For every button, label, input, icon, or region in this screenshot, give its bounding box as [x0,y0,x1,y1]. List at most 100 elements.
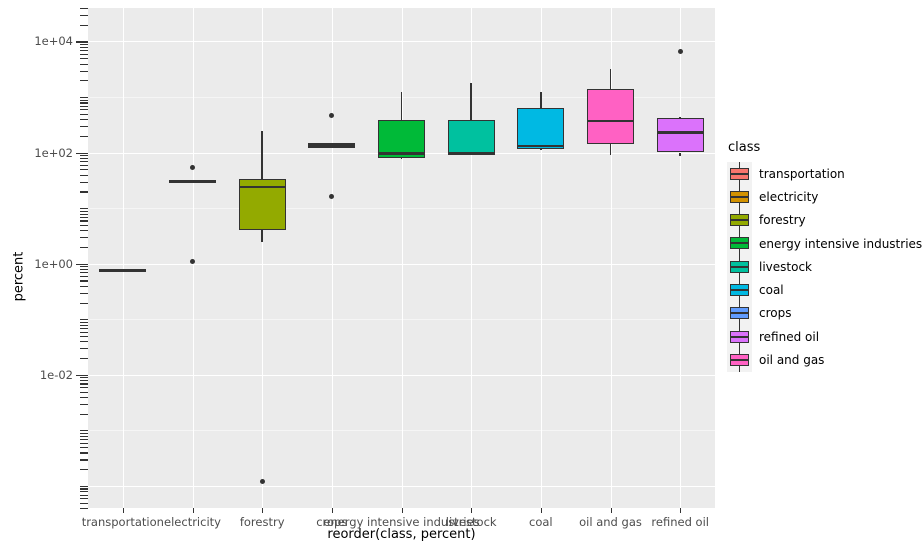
chart-root: percent reorder(class, percent) 1e+04 1e+… [0,0,923,553]
y-axis-tick-minor [80,302,88,304]
legend-item-livestock[interactable]: livestock [727,255,917,279]
legend-item-coal[interactable]: coal [727,278,917,302]
legend-key-median [730,219,749,222]
y-axis-tick-minor [80,58,88,60]
y-axis-tick-minor [80,213,88,215]
y-axis-tick-minor [80,508,88,510]
outlier-point [259,479,265,484]
y-axis-tick-label: 1e+04 [34,34,73,49]
y-axis-tick-minor [80,46,88,48]
boxplot-median-coal [517,144,565,148]
legend-key-median [730,242,749,245]
y-axis-tick-minor [80,488,88,490]
outlier-point [190,258,195,264]
y-axis-tick-minor [80,447,88,449]
y-axis-tick-minor [80,327,88,329]
outlier-point [677,49,683,55]
legend-item-label: electricity [759,189,819,204]
y-axis-tick-label: 1e+00 [34,256,73,271]
legend-key-icon [727,301,752,326]
boxplot-flat-electricity [169,180,216,183]
gridline-major-vertical [401,8,403,508]
y-axis-tick-minor [80,174,88,176]
y-axis-tick-minor [80,292,88,294]
whisker-lower [400,157,403,159]
boxplot-median-forestry [238,185,286,189]
y-axis-tick-minor [80,285,88,287]
y-axis-tick-minor [80,191,88,193]
y-axis-tick-minor [80,97,88,99]
y-axis-tick-minor [80,50,88,52]
x-axis-tick [192,508,194,513]
x-axis-tick [331,508,333,513]
legend-item-refined-oil[interactable]: refined oil [727,325,917,349]
x-axis-tick [540,508,542,513]
x-axis-tick-label-oil-and-gas: oil and gas [579,515,642,529]
y-axis-tick-minor [80,485,88,488]
y-axis-tick-minor [80,119,88,121]
whisker-lower [609,144,612,156]
y-axis-tick-major [76,263,88,265]
legend-key-median [730,335,749,338]
y-axis-tick-minor [80,391,88,393]
legend-item-transportation[interactable]: transportation [727,162,917,186]
y-axis-tick-minor [80,169,88,171]
legend-key-icon [727,278,752,302]
legend-item-label: coal [759,283,784,298]
legend-key-icon [727,255,752,279]
legend-key-icon [727,162,752,186]
legend-key-median [730,265,749,268]
y-axis-tick-minor [80,383,88,385]
legend-item-crops[interactable]: crops [727,301,917,326]
whisker-upper [609,68,612,89]
y-axis-tick-minor [80,230,88,232]
legend-key-icon [727,185,752,209]
y-axis-tick-minor [80,44,88,46]
x-axis-tick-label-transportation: transportation [81,515,164,529]
y-axis-tick-minor [80,237,88,239]
y-axis-tick-minor [80,269,88,271]
y-axis-tick-minor [80,181,88,183]
y-axis-tick-minor [80,494,88,496]
legend-item-label: transportation [759,166,845,181]
legend-item-label: forestry [759,213,806,228]
x-axis-tick-label-refined-oil: refined oil [651,515,709,529]
boxplot-flat-transportation [99,269,147,272]
legend-key-icon [727,348,752,372]
y-axis-tick-minor [80,452,88,454]
legend-key-median [730,358,749,361]
y-axis-tick-minor [80,135,88,137]
legend-item-label: refined oil [759,329,820,344]
legend-item-energy-intensive-industries[interactable]: energy intensive industries [727,231,922,256]
legend-item-oil-and-gas[interactable]: oil and gas [727,348,917,372]
gridline-major-vertical [262,8,264,508]
y-axis-tick-minor [80,220,88,222]
boxplot-median-livestock [447,152,495,155]
x-axis-tick-label-livestock: livestock [445,515,497,529]
legend-item-forestry[interactable]: forestry [727,208,917,232]
y-axis-tick-minor [80,430,88,432]
boxplot-box-oil-and-gas [587,88,634,145]
legend-key-median [730,288,749,291]
legend-key-icon [727,208,752,232]
whisker-upper [470,82,472,120]
legend-item-label: livestock [759,259,812,274]
legend-item-electricity[interactable]: electricity [727,185,917,209]
x-axis-tick-label-forestry: forestry [239,515,285,529]
y-axis-tick-minor [80,348,88,350]
y-axis-tick-minor [80,105,88,107]
legend-key-median [730,312,749,315]
y-axis-tick-minor [80,319,88,321]
x-axis-tick-label-coal: coal [528,515,553,529]
y-axis-tick-label: 1e+02 [34,145,73,160]
x-axis-title: reorder(class, percent) [327,527,476,542]
x-axis-tick [401,508,403,513]
legend-key-median [730,195,749,198]
gridline-major-vertical [680,8,682,508]
x-axis-tick [680,508,682,513]
y-axis-tick-minor [80,80,88,82]
y-axis-tick-minor [80,438,88,441]
y-axis-title-text: percent [11,251,27,302]
y-axis-tick-minor [80,331,88,333]
x-axis-tick [122,508,124,513]
